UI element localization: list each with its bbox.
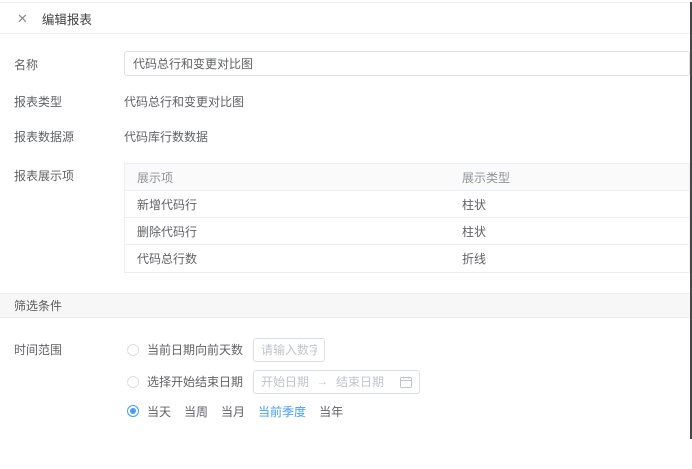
radio-days-before[interactable] bbox=[127, 343, 139, 356]
radio-days-before-label[interactable]: 当前日期向前天数 bbox=[147, 341, 243, 358]
preset-today[interactable]: 当天 bbox=[147, 403, 171, 420]
end-date-placeholder: 结束日期 bbox=[336, 375, 385, 389]
table-cell-item: 代码总行数 bbox=[137, 252, 198, 266]
table-row: 新增代码行 柱状 bbox=[125, 191, 689, 218]
report-type-value: 代码总行和变更对比图 bbox=[124, 95, 245, 109]
close-icon[interactable]: ✕ bbox=[17, 12, 28, 25]
name-label: 名称 bbox=[14, 58, 39, 72]
preset-week[interactable]: 当周 bbox=[184, 403, 208, 420]
table-header-item: 展示项 bbox=[137, 170, 174, 185]
report-type-row: 报表类型 代码总行和变更对比图 bbox=[0, 89, 692, 110]
data-source-row: 报表数据源 代码库行数数据 bbox=[0, 124, 692, 145]
start-date-placeholder: 开始日期 bbox=[261, 375, 310, 389]
radio-date-range[interactable] bbox=[127, 375, 139, 388]
filter-section-bar: 筛选条件 bbox=[0, 293, 692, 318]
table-row: 代码总行数 折线 bbox=[125, 245, 689, 272]
table-header-row: 展示项 展示类型 bbox=[125, 164, 689, 191]
display-items-row: 报表展示项 展示项 展示类型 新增代码行 柱状 删除代码行 柱状 代码总行数 折… bbox=[0, 163, 692, 273]
drawer-title: 编辑报表 bbox=[41, 12, 92, 27]
table-cell-item: 新增代码行 bbox=[137, 197, 198, 212]
name-input[interactable] bbox=[124, 51, 690, 76]
edit-report-drawer: ✕ 编辑报表 名称 报表类型 代码总行和变更对比图 报表数据源 代码库行数数据 … bbox=[0, 2, 692, 469]
drawer: ✕ 编辑报表 名称 报表类型 代码总行和变更对比图 报表数据源 代码库行数数据 … bbox=[0, 2, 692, 426]
table-cell-type: 柱状 bbox=[462, 224, 487, 239]
display-items-table: 展示项 展示类型 新增代码行 柱状 删除代码行 柱状 代码总行数 折线 bbox=[124, 163, 690, 273]
time-range-label: 时间范围 bbox=[14, 343, 63, 357]
filter-section-title: 筛选条件 bbox=[14, 299, 63, 313]
display-items-label: 报表展示项 bbox=[14, 169, 75, 183]
arrow-right-icon: → bbox=[317, 375, 329, 388]
data-source-label: 报表数据源 bbox=[14, 130, 75, 144]
days-number-input[interactable] bbox=[253, 337, 326, 362]
drawer-header: ✕ 编辑报表 bbox=[0, 3, 692, 34]
table-row: 删除代码行 柱状 bbox=[125, 218, 689, 245]
time-range-options: 当前日期向前天数 选择开始结束日期 开始日期 → 结束日期 bbox=[124, 337, 421, 426]
preset-year[interactable]: 当年 bbox=[319, 403, 343, 420]
radio-presets[interactable] bbox=[127, 405, 139, 417]
table-cell-type: 柱状 bbox=[462, 197, 487, 212]
option-presets: 当天 当周 当月 当前季度 当年 bbox=[124, 403, 420, 419]
preset-month[interactable]: 当月 bbox=[221, 403, 245, 420]
table-header-type: 展示类型 bbox=[462, 170, 511, 185]
report-type-label: 报表类型 bbox=[14, 95, 63, 109]
option-date-range: 选择开始结束日期 开始日期 → 结束日期 bbox=[124, 369, 421, 394]
preset-quarter[interactable]: 当前季度 bbox=[258, 403, 306, 420]
name-row: 名称 bbox=[0, 51, 692, 76]
time-range-row: 时间范围 当前日期向前天数 选择开始结束日期 开始日期 → 结束日期 bbox=[0, 337, 692, 426]
date-range-picker[interactable]: 开始日期 → 结束日期 bbox=[253, 369, 421, 394]
table-cell-type: 折线 bbox=[462, 252, 487, 266]
calendar-icon bbox=[400, 376, 413, 388]
radio-date-range-label[interactable]: 选择开始结束日期 bbox=[147, 373, 243, 390]
table-cell-item: 删除代码行 bbox=[137, 224, 198, 239]
preset-choices: 当天 当周 当月 当前季度 当年 bbox=[147, 403, 356, 420]
option-days-before: 当前日期向前天数 bbox=[124, 337, 420, 362]
data-source-value: 代码库行数数据 bbox=[124, 130, 209, 144]
